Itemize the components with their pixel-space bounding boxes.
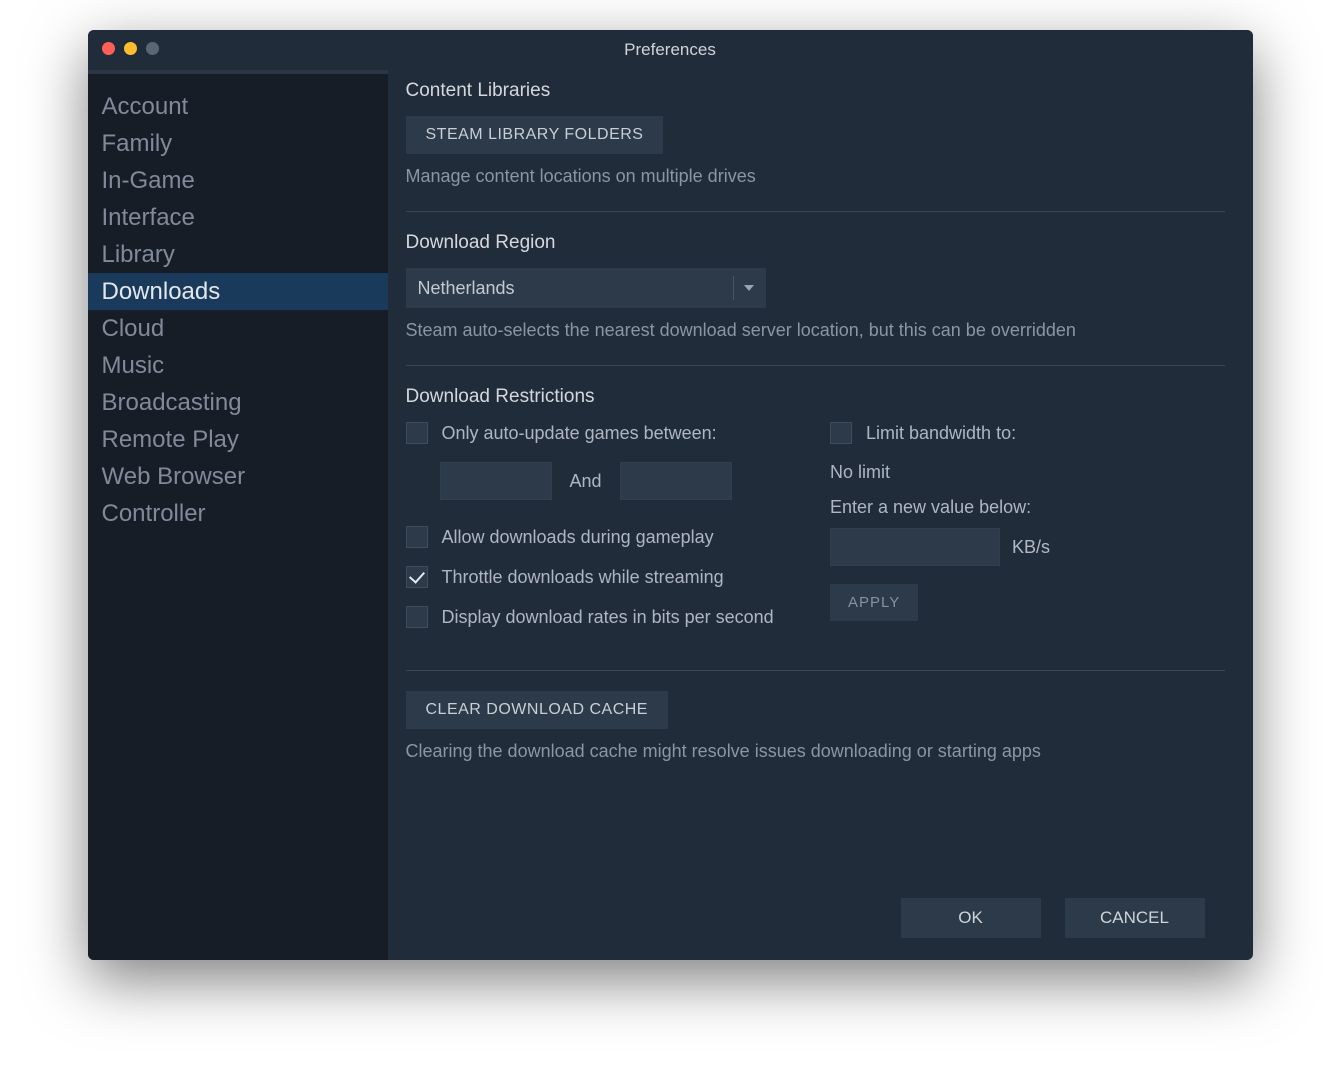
restrictions-left-col: Only auto-update games between: And Allo… <box>406 422 801 646</box>
footer: OK CANCEL <box>406 880 1225 960</box>
restrictions-right-col: Limit bandwidth to: No limit Enter a new… <box>830 422 1225 646</box>
download-region-title: Download Region <box>406 232 1225 254</box>
divider <box>406 211 1225 212</box>
and-label: And <box>570 471 602 492</box>
limit-bandwidth-row: Limit bandwidth to: <box>830 422 1225 444</box>
display-bits-checkbox[interactable] <box>406 606 428 628</box>
allow-gameplay-label: Allow downloads during gameplay <box>442 527 714 548</box>
window-title: Preferences <box>624 40 716 60</box>
preferences-window: Preferences Account Family In-Game Inter… <box>88 30 1253 960</box>
throttle-label: Throttle downloads while streaming <box>442 567 724 588</box>
time-range-row: And <box>440 462 801 500</box>
sidebar: Account Family In-Game Interface Library… <box>88 70 388 960</box>
sidebar-item-web-browser[interactable]: Web Browser <box>88 458 388 495</box>
divider <box>406 670 1225 671</box>
ok-button[interactable]: OK <box>901 898 1041 938</box>
steam-library-folders-button[interactable]: STEAM LIBRARY FOLDERS <box>406 116 664 154</box>
cancel-button[interactable]: CANCEL <box>1065 898 1205 938</box>
auto-update-label: Only auto-update games between: <box>442 423 717 444</box>
allow-gameplay-row: Allow downloads during gameplay <box>406 526 801 548</box>
sidebar-item-remote-play[interactable]: Remote Play <box>88 421 388 458</box>
apply-button[interactable]: APPLY <box>830 584 918 621</box>
clear-download-cache-button[interactable]: CLEAR DOWNLOAD CACHE <box>406 691 668 729</box>
main-panel: Content Libraries STEAM LIBRARY FOLDERS … <box>388 70 1253 960</box>
time-from-input[interactable] <box>440 462 552 500</box>
bandwidth-input[interactable] <box>830 528 1000 566</box>
allow-gameplay-checkbox[interactable] <box>406 526 428 548</box>
sidebar-item-downloads[interactable]: Downloads <box>88 273 388 310</box>
throttle-checkbox[interactable] <box>406 566 428 588</box>
auto-update-checkbox[interactable] <box>406 422 428 444</box>
divider <box>406 365 1225 366</box>
sidebar-item-interface[interactable]: Interface <box>88 199 388 236</box>
time-to-input[interactable] <box>620 462 732 500</box>
no-limit-text: No limit <box>830 462 1225 483</box>
content-libraries-help: Manage content locations on multiple dri… <box>406 166 1225 187</box>
minimize-icon[interactable] <box>124 42 137 55</box>
auto-update-row: Only auto-update games between: <box>406 422 801 444</box>
section-download-region: Download Region Netherlands Steam auto-s… <box>406 232 1225 365</box>
sidebar-item-family[interactable]: Family <box>88 125 388 162</box>
content-libraries-title: Content Libraries <box>406 80 1225 102</box>
sidebar-item-music[interactable]: Music <box>88 347 388 384</box>
sidebar-item-controller[interactable]: Controller <box>88 495 388 532</box>
body: Account Family In-Game Interface Library… <box>88 70 1253 960</box>
titlebar: Preferences <box>88 30 1253 70</box>
throttle-row: Throttle downloads while streaming <box>406 566 801 588</box>
chevron-down-icon <box>744 285 754 291</box>
sidebar-item-account[interactable]: Account <box>88 88 388 125</box>
display-bits-row: Display download rates in bits per secon… <box>406 606 801 628</box>
sidebar-item-in-game[interactable]: In-Game <box>88 162 388 199</box>
select-divider <box>733 276 734 300</box>
cache-help: Clearing the download cache might resolv… <box>406 741 1225 762</box>
download-region-select[interactable]: Netherlands <box>406 268 766 308</box>
download-restrictions-title: Download Restrictions <box>406 386 1225 408</box>
display-bits-label: Display download rates in bits per secon… <box>442 607 774 628</box>
download-region-help: Steam auto-selects the nearest download … <box>406 320 1225 341</box>
download-region-selected: Netherlands <box>418 278 727 299</box>
window-controls <box>102 42 159 55</box>
sidebar-item-broadcasting[interactable]: Broadcasting <box>88 384 388 421</box>
zoom-icon[interactable] <box>146 42 159 55</box>
limit-bandwidth-label: Limit bandwidth to: <box>866 423 1016 444</box>
sidebar-item-library[interactable]: Library <box>88 236 388 273</box>
limit-bandwidth-checkbox[interactable] <box>830 422 852 444</box>
kbs-label: KB/s <box>1012 537 1050 558</box>
close-icon[interactable] <box>102 42 115 55</box>
enter-new-text: Enter a new value below: <box>830 497 1225 518</box>
sidebar-item-cloud[interactable]: Cloud <box>88 310 388 347</box>
section-cache: CLEAR DOWNLOAD CACHE Clearing the downlo… <box>406 691 1225 786</box>
section-download-restrictions: Download Restrictions Only auto-update g… <box>406 386 1225 670</box>
section-content-libraries: Content Libraries STEAM LIBRARY FOLDERS … <box>406 80 1225 211</box>
